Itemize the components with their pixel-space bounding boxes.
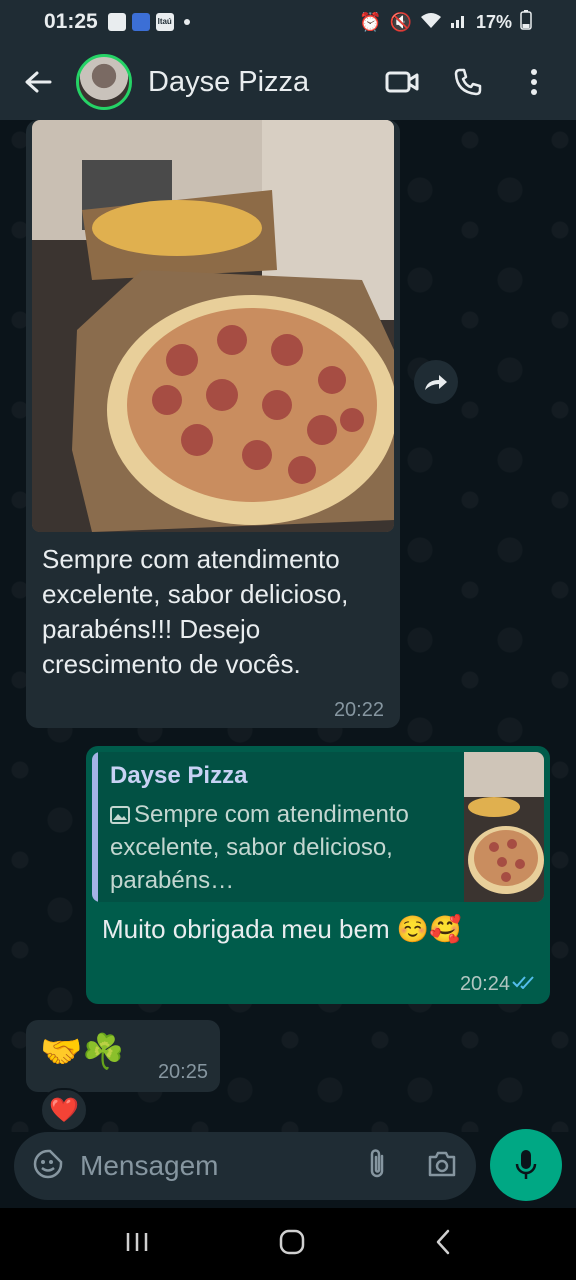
battery-icon [520, 9, 532, 35]
contact-avatar[interactable] [76, 54, 132, 110]
status-time: 01:25 [44, 10, 98, 33]
message-composer[interactable]: Mensagem [14, 1132, 476, 1200]
voice-call-icon[interactable] [450, 64, 486, 100]
wifi-icon [420, 11, 442, 34]
quote-text-content: Sempre com atendimento excelente, sabor … [110, 801, 409, 894]
battery-level: 17% [475, 11, 512, 32]
alarm-icon: ⏰ [359, 11, 382, 32]
gallery-icon [107, 13, 126, 31]
chat-header: Dayse Pizza [0, 44, 576, 120]
message-timestamp: 20:24 [459, 973, 510, 995]
message-input[interactable]: Mensagem [80, 1150, 219, 1182]
sticker-icon[interactable] [32, 1148, 64, 1185]
voice-message-button[interactable] [490, 1129, 562, 1201]
message-reaction[interactable]: ❤️ [40, 1088, 88, 1132]
system-nav-bar [0, 1208, 576, 1280]
forward-icon [425, 375, 447, 390]
camera-icon[interactable] [426, 1150, 458, 1183]
quoted-message[interactable]: Dayse Pizza Sempre com atendimento excel… [92, 752, 544, 902]
attach-icon[interactable] [366, 1147, 388, 1186]
status-bar: 01:25 Itaú ⏰ 🔇 17% [0, 0, 576, 44]
system-back-icon[interactable] [433, 1228, 453, 1261]
outgoing-message-text: Muito obrigada meu bem ☺️🥰 [102, 914, 462, 944]
message-timestamp: 20:25 [157, 1061, 208, 1083]
incoming-message-bubble[interactable]: Sempre com atendimento excelente, sabor … [26, 120, 400, 728]
quote-text: Sempre com atendimento excelente, sabor … [110, 798, 460, 897]
more-options-icon[interactable] [516, 64, 552, 100]
message-timestamp: 20:22 [333, 699, 384, 721]
incoming-message-text: Sempre com atendimento excelente, sabor … [42, 544, 349, 679]
mic-icon [515, 1150, 537, 1179]
mute-icon: 🔇 [389, 11, 412, 32]
video-call-icon[interactable] [384, 64, 420, 100]
signal-icon [450, 11, 468, 34]
recent-apps-icon[interactable] [123, 1230, 151, 1259]
quote-accent-bar [92, 752, 98, 902]
itau-icon: Itaú [155, 13, 174, 31]
quote-thumbnail [464, 752, 544, 902]
outgoing-message-bubble[interactable]: Dayse Pizza Sempre com atendimento excel… [86, 746, 550, 1004]
app-notification-icon [131, 13, 150, 31]
more-notifications-icon [183, 19, 190, 25]
home-icon[interactable] [277, 1227, 307, 1262]
photo-icon [110, 806, 130, 824]
contact-name[interactable]: Dayse Pizza [148, 66, 309, 99]
chat-area[interactable]: Sempre com atendimento excelente, sabor … [0, 120, 576, 1132]
pizza-photo[interactable] [32, 120, 394, 532]
back-arrow-icon[interactable] [18, 62, 58, 102]
quote-sender-name: Dayse Pizza [110, 762, 248, 789]
incoming-message-bubble[interactable]: 🤝☘️ 20:25 [26, 1020, 220, 1092]
emoji-message: 🤝☘️ [40, 1033, 125, 1071]
forward-button[interactable] [414, 360, 458, 404]
read-receipt-icon [512, 975, 538, 994]
notification-icons: Itaú [107, 13, 190, 31]
